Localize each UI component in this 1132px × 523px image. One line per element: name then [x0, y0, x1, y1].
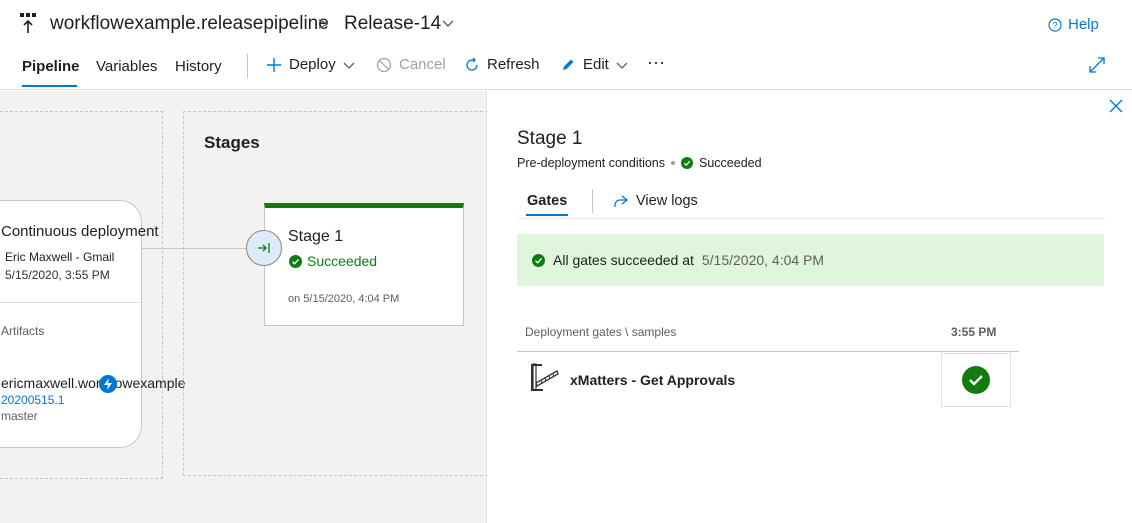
chevron-down-icon — [343, 62, 355, 69]
continuous-deployment-trigger-icon[interactable] — [99, 375, 117, 393]
close-icon[interactable] — [1109, 99, 1123, 113]
stage-status-label: Succeeded — [307, 253, 378, 269]
release-name[interactable]: Release-14 — [344, 13, 441, 35]
panel-status-label: Succeeded — [699, 156, 762, 170]
panel-title: Stage 1 — [517, 128, 583, 149]
help-link[interactable]: ? Help — [1048, 16, 1099, 33]
tab-gates[interactable]: Gates — [527, 193, 567, 209]
gate-icon — [531, 363, 559, 391]
pipeline-canvas: Continuous deployment Eric Maxwell - Gma… — [0, 91, 486, 523]
pre-deployment-icon — [258, 243, 270, 253]
refresh-icon — [466, 57, 478, 71]
help-icon: ? — [1048, 17, 1062, 32]
success-check-icon — [962, 366, 990, 394]
trigger-by: Eric Maxwell - Gmail — [5, 250, 115, 264]
edit-label: Edit — [583, 56, 609, 73]
svg-text:?: ? — [1052, 20, 1057, 30]
stage-time: on 5/15/2020, 4:04 PM — [288, 293, 400, 305]
trigger-name: Continuous deployment — [1, 223, 159, 240]
active-tab-indicator — [526, 214, 568, 216]
gates-header-divider — [517, 351, 1019, 352]
toolbar: Pipeline Variables History Deploy Cancel… — [0, 48, 1132, 90]
stages-heading: Stages — [204, 133, 260, 152]
gate-name[interactable]: xMatters - Get Approvals — [570, 372, 735, 388]
trigger-date: 5/15/2020, 3:55 PM — [5, 268, 110, 282]
release-trigger-card[interactable]: Continuous deployment Eric Maxwell - Gma… — [0, 200, 185, 448]
cancel-icon — [376, 57, 392, 72]
tab-divider — [592, 189, 593, 213]
expand-icon[interactable] — [1088, 56, 1106, 74]
top-bar: workflowexample.releasepipeline > Releas… — [0, 0, 1132, 48]
toolbar-divider — [247, 54, 248, 78]
stage-card[interactable]: Stage 1 Succeeded on 5/15/2020, 4:04 PM — [264, 203, 464, 326]
cancel-label: Cancel — [399, 56, 446, 73]
release-pipeline-icon — [20, 13, 36, 33]
stage-connector — [142, 248, 248, 249]
success-check-icon — [532, 253, 545, 267]
success-check-icon — [681, 157, 693, 169]
view-logs-label: View logs — [636, 193, 698, 209]
gate-result-cell[interactable] — [941, 353, 1011, 407]
stage-name: Stage 1 — [288, 228, 344, 245]
cancel-button[interactable]: Cancel — [376, 56, 446, 73]
active-tab-indicator — [22, 85, 77, 87]
chevron-down-icon — [616, 62, 628, 69]
pipeline-title[interactable]: workflowexample.releasepipeline — [50, 13, 329, 35]
gates-header-time: 3:55 PM — [951, 325, 997, 339]
stage-status: Succeeded — [289, 253, 377, 269]
more-actions-button[interactable]: ··· — [647, 52, 665, 73]
tab-variables[interactable]: Variables — [96, 58, 157, 75]
banner-time: 5/15/2020, 4:04 PM — [701, 252, 825, 268]
deploy-button[interactable]: Deploy — [266, 56, 355, 73]
panel-tabs: Gates View logs — [517, 189, 1105, 219]
refresh-button[interactable]: Refresh — [464, 56, 540, 73]
tab-pipeline[interactable]: Pipeline — [22, 58, 80, 75]
stage-detail-panel: Stage 1 Pre-deployment conditions Succee… — [486, 91, 1132, 523]
more-icon: ··· — [647, 52, 665, 72]
gates-status-banner: All gates succeeded at 5/15/2020, 4:04 P… — [517, 234, 1104, 286]
pre-deployment-conditions-button[interactable] — [246, 230, 282, 266]
edit-button[interactable]: Edit — [560, 56, 628, 73]
artifact-name[interactable]: ericmaxwell.workflowexample — [1, 375, 185, 391]
panel-subtitle: Pre-deployment conditions Succeeded — [517, 156, 762, 170]
view-logs-link[interactable]: View logs — [613, 193, 698, 209]
chevron-down-icon[interactable] — [441, 16, 455, 30]
gates-header-label: Deployment gates \ samples — [525, 325, 677, 339]
pre-deployment-label: Pre-deployment conditions — [517, 156, 665, 170]
refresh-label: Refresh — [487, 56, 540, 73]
divider — [0, 302, 143, 303]
separator-dot — [671, 161, 675, 165]
artifacts-label: Artifacts — [1, 324, 45, 338]
artifact-branch: master — [1, 409, 38, 423]
artifact-version[interactable]: 20200515.1 — [1, 393, 64, 407]
tab-history[interactable]: History — [175, 58, 222, 75]
pencil-icon — [563, 59, 574, 70]
breadcrumb-separator: > — [318, 14, 329, 34]
banner-text: All gates succeeded at — [553, 252, 694, 268]
share-arrow-icon — [614, 194, 628, 207]
plus-icon — [267, 57, 281, 72]
success-check-icon — [289, 254, 302, 268]
deploy-label: Deploy — [289, 56, 336, 73]
help-label: Help — [1068, 16, 1099, 33]
